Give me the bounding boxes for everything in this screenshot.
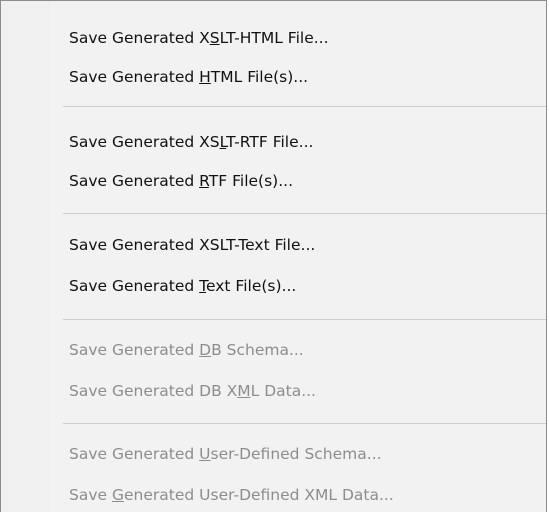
menu-separator [63, 423, 546, 424]
menu-item-label: L Data... [250, 382, 316, 400]
menu-item-accelerator: R [199, 172, 209, 190]
menu-item-save-db-schema[interactable]: Save Generated DB Schema... [69, 338, 304, 362]
menu-item-label: TF File(s)... [208, 172, 293, 190]
menu-item-accelerator: U [199, 445, 211, 463]
menu-separator [63, 106, 546, 107]
menu-item-label: T-RTF File... [226, 133, 314, 151]
file-save-menu: Save Generated XSLT-HTML File... Save Ge… [0, 0, 547, 512]
menu-item-save-xslt-text[interactable]: Save Generated XSLT-Text File... [69, 233, 315, 257]
menu-item-label: Save [69, 486, 112, 504]
menu-item-label: Save Generated XS [69, 133, 220, 151]
menu-item-label: enerated User-Defined XML Data... [124, 486, 394, 504]
menu-item-save-user-defined-xml-data[interactable]: Save Generated User-Defined XML Data... [69, 483, 394, 507]
menu-item-label: Save Generated [69, 172, 200, 190]
menu-item-label: Save Generated [69, 277, 200, 295]
menu-item-save-user-defined-schema[interactable]: Save Generated User-Defined Schema... [69, 442, 382, 466]
menu-item-save-rtf[interactable]: Save Generated RTF File(s)... [69, 169, 293, 193]
menu-item-accelerator: T [199, 277, 206, 295]
menu-item-label: TML File(s)... [210, 68, 309, 86]
menu-item-accelerator: S [209, 29, 220, 47]
menu-item-save-xslt-html[interactable]: Save Generated XSLT-HTML File... [69, 26, 329, 50]
menu-item-accelerator: G [111, 486, 124, 504]
menu-icon-gutter [1, 1, 51, 512]
menu-item-label: ser-Defined Schema... [210, 445, 382, 463]
menu-item-save-xslt-rtf[interactable]: Save Generated XSLT-RTF File... [69, 130, 313, 154]
menu-item-label: B Schema... [211, 341, 304, 359]
menu-item-label: Save Generated XSLT-Text File... [69, 236, 316, 254]
menu-item-save-db-xml-data[interactable]: Save Generated DB XML Data... [69, 379, 316, 403]
menu-item-label: Save Generated DB X [69, 382, 238, 400]
menu-separator [63, 319, 546, 320]
menu-item-label: ext File(s)... [205, 277, 297, 295]
menu-separator [63, 213, 546, 214]
menu-item-accelerator: D [199, 341, 212, 359]
menu-item-accelerator: H [199, 68, 211, 86]
menu-item-accelerator: M [237, 382, 251, 400]
menu-item-label: Save Generated [69, 68, 200, 86]
menu-item-save-html[interactable]: Save Generated HTML File(s)... [69, 65, 308, 89]
menu-item-label: LT-HTML File... [219, 29, 329, 47]
menu-item-label: Save Generated [69, 445, 200, 463]
menu-item-label: Save Generated [69, 341, 200, 359]
menu-item-label: Save Generated X [69, 29, 210, 47]
menu-item-save-text[interactable]: Save Generated Text File(s)... [69, 274, 296, 298]
